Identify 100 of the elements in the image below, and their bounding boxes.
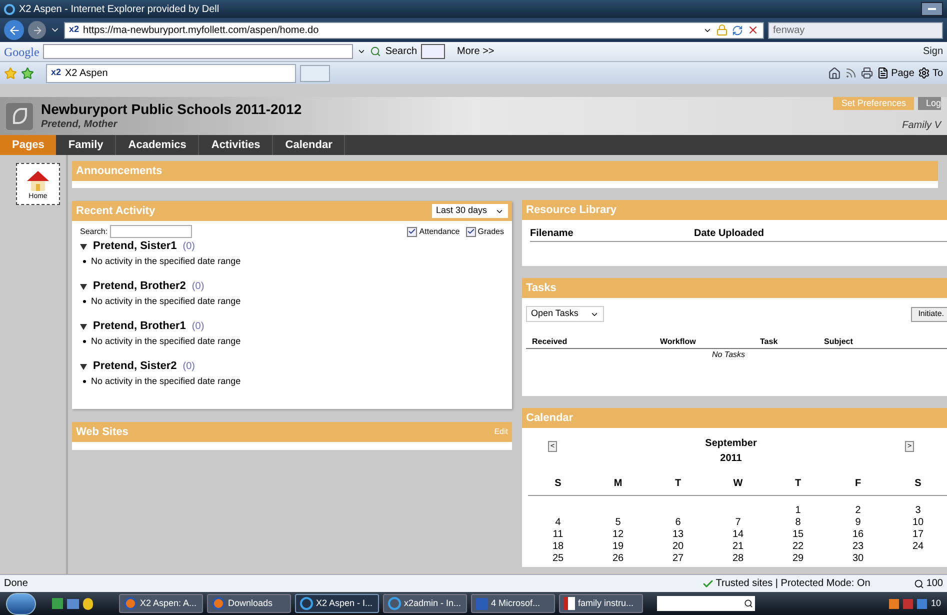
refresh-icon[interactable]	[732, 24, 743, 36]
day-cell[interactable]: 16	[828, 529, 888, 541]
weekday-label: S	[914, 477, 922, 491]
day-cell[interactable]: 21	[708, 541, 768, 553]
day-cell[interactable]: 27	[648, 553, 708, 565]
task-filter-dropdown[interactable]: Open Tasks	[526, 306, 604, 322]
google-logo: Google	[4, 44, 40, 60]
day-cell[interactable]: 2	[828, 505, 888, 517]
feeds-icon[interactable]	[845, 67, 858, 79]
search-input[interactable]	[110, 225, 192, 238]
taskbar-button[interactable]: Downloads	[207, 594, 291, 613]
bullet-icon	[83, 340, 86, 343]
school-name: Newburyport Public Schools 2011-2012	[41, 100, 302, 116]
filter-checkbox[interactable]	[466, 226, 476, 236]
activity-count: (0)	[182, 240, 195, 254]
document-icon	[476, 598, 488, 610]
clock-text[interactable]: 10	[930, 596, 941, 610]
day-cell[interactable]: 23	[828, 541, 888, 553]
browser-tab[interactable]: x2 X2 Aspen	[46, 64, 296, 82]
taskbar-button[interactable]: X2 Aspen - I...	[295, 594, 379, 613]
check-icon	[408, 227, 416, 236]
start-button[interactable]	[6, 592, 36, 614]
activity-count: (0)	[192, 280, 204, 294]
day-cell[interactable]: 3	[888, 505, 947, 517]
zoom-level[interactable]: 100	[914, 576, 943, 591]
activity-message: No activity in the specified date range	[91, 374, 241, 388]
desktop-search-field[interactable]	[657, 596, 755, 611]
day-cell[interactable]: 20	[648, 541, 708, 553]
activity-count: (0)	[192, 320, 204, 334]
minimize-button[interactable]	[921, 2, 943, 16]
add-favorite-icon[interactable]	[21, 66, 34, 80]
google-search-button[interactable]: Search	[370, 44, 418, 59]
day-cell[interactable]: 12	[588, 529, 648, 541]
day-cell[interactable]: 19	[588, 541, 648, 553]
filter-checkbox[interactable]	[407, 226, 418, 236]
dropdown-icon[interactable]	[357, 47, 366, 56]
day-cell[interactable]: 8	[768, 517, 828, 529]
initiate-button[interactable]: Initiate.	[911, 306, 947, 322]
expanded-triangle-icon[interactable]	[80, 362, 87, 370]
toolbar-button-icon[interactable]	[421, 44, 446, 59]
tray-icon[interactable]	[888, 598, 899, 608]
address-field[interactable]: x2 https://ma-newburyport.myfollett.com/aspen/home.do	[64, 22, 764, 38]
day-cell[interactable]: 10	[888, 517, 947, 529]
expanded-triangle-icon[interactable]	[80, 322, 87, 330]
day-cell[interactable]: 14	[708, 529, 768, 541]
google-search-field[interactable]	[43, 44, 354, 59]
search-label: Search:	[80, 226, 108, 238]
logout-button[interactable]: Log	[918, 97, 941, 110]
day-cell[interactable]: 18	[528, 541, 588, 553]
day-cell[interactable]: 26	[588, 553, 648, 565]
search-icon	[744, 599, 753, 608]
bullet-icon	[83, 260, 86, 263]
day-cell[interactable]: 7	[708, 517, 768, 529]
print-icon[interactable]	[861, 67, 874, 79]
search-field[interactable]: fenway	[768, 22, 943, 38]
range-dropdown[interactable]: Last 30 days	[432, 204, 508, 218]
quick-launch-icon[interactable]	[83, 598, 93, 610]
more-button[interactable]: More >>	[457, 44, 494, 59]
day-cell[interactable]: 1	[768, 505, 828, 517]
tray-icon[interactable]	[902, 598, 913, 608]
day-cell[interactable]: 24	[888, 541, 947, 553]
month-label: September	[705, 437, 757, 451]
page-menu[interactable]: Page	[877, 66, 914, 80]
day-cell[interactable]: 4	[528, 517, 588, 529]
day-cell[interactable]: 17	[888, 529, 947, 541]
day-cell[interactable]: 25	[528, 553, 588, 565]
expanded-triangle-icon[interactable]	[80, 282, 87, 290]
taskbar-button[interactable]: x2admin - In...	[383, 594, 467, 613]
tools-menu[interactable]: To	[918, 66, 943, 80]
day-cell[interactable]: 6	[648, 517, 708, 529]
day-cell[interactable]: 15	[768, 529, 828, 541]
day-cell[interactable]: 9	[828, 517, 888, 529]
user-name: Pretend, Mother	[41, 118, 118, 132]
site-icon-text: x2	[69, 23, 80, 36]
day-cell[interactable]: 11	[528, 529, 588, 541]
back-button[interactable]	[4, 20, 24, 40]
panel-title: Web Sites	[76, 424, 128, 440]
back-icon	[8, 24, 20, 36]
weekday-label: S	[554, 477, 562, 491]
day-cell[interactable]: 28	[708, 553, 768, 565]
taskbar-button[interactable]: family instru...	[559, 594, 643, 613]
day-cell[interactable]: 22	[768, 541, 828, 553]
day-cell[interactable]: 5	[588, 517, 648, 529]
year-label: 2011	[720, 452, 742, 466]
day-cell[interactable]: 30	[828, 553, 888, 565]
expanded-triangle-icon[interactable]	[80, 242, 87, 250]
filter-label: Grades	[478, 226, 504, 238]
forward-button[interactable]	[28, 21, 46, 39]
activity-message: No activity in the specified date range	[91, 254, 241, 268]
window-title: X2 Aspen - Internet Explorer provided by Dell	[19, 2, 220, 16]
day-cell[interactable]: 13	[648, 529, 708, 541]
globe-icon	[124, 597, 137, 610]
tray-icon[interactable]	[916, 598, 927, 608]
taskbar-button[interactable]: 4 Microsof...	[471, 594, 555, 613]
taskbar-button[interactable]: X2 Aspen: A...	[119, 594, 203, 613]
security-zone: Trusted sites | Protected Mode: On	[716, 577, 870, 591]
day-cell[interactable]: 29	[768, 553, 828, 565]
sign-in-link[interactable]: Sign	[922, 44, 943, 59]
stop-icon[interactable]	[747, 24, 759, 36]
home-icon[interactable]	[828, 66, 842, 80]
